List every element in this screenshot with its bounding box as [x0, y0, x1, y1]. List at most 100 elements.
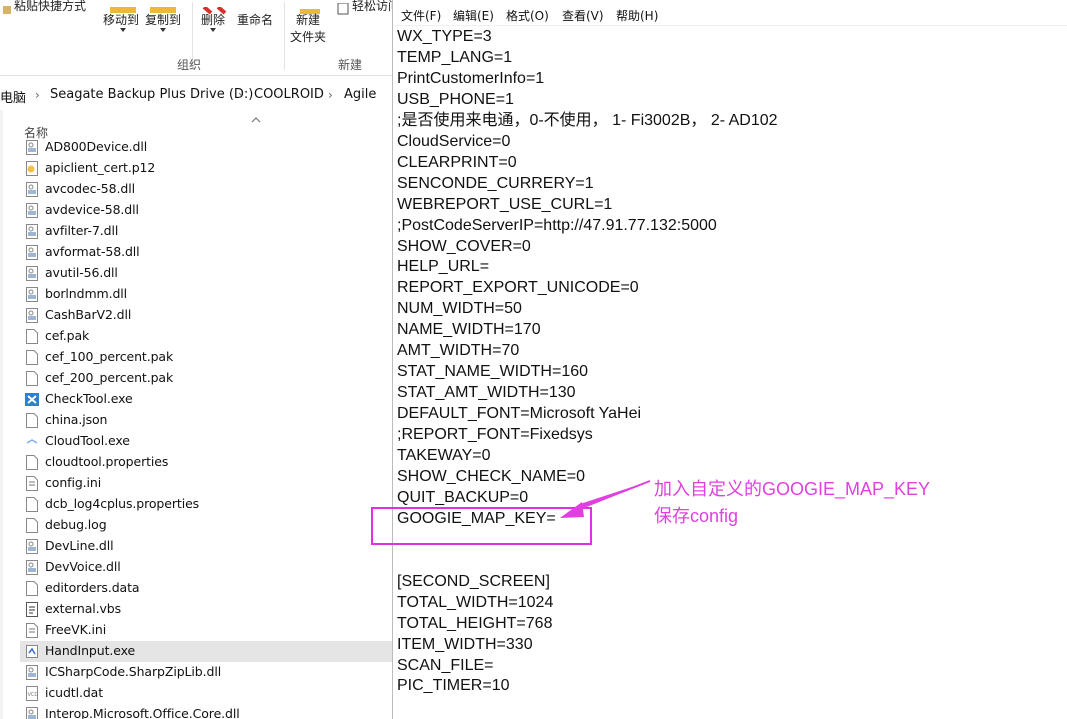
file-row[interactable]: HandInput.exe — [20, 641, 392, 662]
file-name: icudtl.dat — [45, 685, 104, 700]
new-folder-button-line1[interactable]: 新建 — [296, 11, 320, 28]
file-name: editorders.data — [45, 580, 140, 595]
delete-button[interactable]: 删除 — [201, 11, 225, 28]
file-name: debug.log — [45, 517, 107, 532]
breadcrumb-chevron-icon[interactable]: › — [35, 88, 40, 102]
file-name: HandInput.exe — [45, 643, 136, 658]
file-row[interactable]: editorders.data — [20, 578, 392, 599]
editor-line: ;是否使用来电通，0-不使用， 1- Fi3002B， 2- AD102 — [397, 112, 778, 129]
dll-icon — [25, 140, 39, 155]
editor-line: NAME_WIDTH=170 — [397, 321, 541, 338]
move-to-dropdown-icon[interactable] — [120, 28, 126, 32]
breadcrumb-item-agile[interactable]: Agile — [344, 87, 376, 102]
editor-line: TOTAL_WIDTH=1024 — [397, 594, 554, 611]
text-editor[interactable]: WX_TYPE=3 TEMP_LANG=1 PrintCustomerInfo=1 U… — [397, 26, 1062, 719]
breadcrumb-chevron-icon[interactable]: › — [238, 88, 243, 102]
dat-icon: VCD — [25, 686, 39, 701]
file-row[interactable]: DevVoice.dll — [20, 557, 392, 578]
dll-icon — [25, 245, 39, 260]
editor-line: ITEM_WIDTH=330 — [397, 636, 533, 653]
file-name: china.json — [45, 412, 108, 427]
editor-line: WEBREPORT_USE_CURL=1 — [397, 196, 613, 213]
editor-line: SENCONDE_CURRERY=1 — [397, 175, 594, 192]
file-row[interactable]: avfilter-7.dll — [20, 221, 392, 242]
breadcrumb-item-drive[interactable]: Seagate Backup Plus Drive (D:) — [50, 87, 253, 102]
editor-line: SHOW_CHECK_NAME=0 — [397, 468, 586, 485]
file-name: cef_100_percent.pak — [45, 349, 174, 364]
file-name: DevLine.dll — [45, 538, 114, 553]
editor-line: SCAN_FILE= — [397, 657, 494, 674]
file-row[interactable]: avformat-58.dll — [20, 242, 392, 263]
file-row[interactable]: dcb_log4cplus.properties — [20, 494, 392, 515]
file-name: avdevice-58.dll — [45, 202, 139, 217]
rename-button[interactable]: 重命名 — [237, 11, 273, 28]
group-label-new: 新建 — [338, 58, 363, 72]
editor-line: NUM_WIDTH=50 — [397, 300, 522, 317]
file-row[interactable]: DevLine.dll — [20, 536, 392, 557]
breadcrumb: 电脑 › Seagate Backup Plus Drive (D:) › CO… — [0, 82, 392, 110]
file-row[interactable]: borlndmm.dll — [20, 284, 392, 305]
editor-line: HELP_URL= — [397, 258, 490, 275]
delete-dropdown-icon[interactable] — [210, 28, 216, 32]
file-name: FreeVK.ini — [45, 622, 107, 637]
file-row[interactable]: config.ini — [20, 473, 392, 494]
editor-line: AMT_WIDTH=70 — [397, 342, 520, 359]
file-row[interactable]: external.vbs — [20, 599, 392, 620]
file-name: cloudtool.properties — [45, 454, 169, 469]
easy-access-button[interactable]: 轻松访问 — [352, 0, 392, 14]
svg-text:VCD: VCD — [28, 692, 39, 698]
file-row[interactable]: Interop.Microsoft.Office.Core.dll — [20, 704, 392, 719]
move-to-button[interactable]: 移动到 — [103, 11, 139, 28]
breadcrumb-item-coolroid[interactable]: COOLROID — [254, 87, 324, 102]
file-name: dcb_log4cplus.properties — [45, 496, 200, 511]
file-row[interactable]: ICSharpCode.SharpZipLib.dll — [20, 662, 392, 683]
copy-to-button[interactable]: 复制到 — [145, 11, 181, 28]
easy-access-icon — [337, 0, 349, 19]
file-row[interactable]: FreeVK.ini — [20, 620, 392, 641]
menu-format[interactable]: 格式(O) — [506, 7, 549, 24]
file-row[interactable]: china.json — [20, 410, 392, 431]
ini-icon — [25, 476, 39, 491]
file-row[interactable]: cef_100_percent.pak — [20, 347, 392, 368]
file-row[interactable]: AD800Device.dll — [20, 137, 392, 158]
highlight-box — [371, 507, 592, 545]
file-name: borlndmm.dll — [45, 286, 128, 301]
file-row[interactable]: CloudTool.exe — [20, 431, 392, 452]
file-row[interactable]: cef_200_percent.pak — [20, 368, 392, 389]
paste-shortcut-icon — [2, 0, 12, 19]
dll-icon — [25, 308, 39, 323]
file-row[interactable]: cloudtool.properties — [20, 452, 392, 473]
editor-line: REPORT_EXPORT_UNICODE=0 — [397, 279, 639, 296]
notepad-window: 文件(F) 编辑(E) 格式(O) 查看(V) 帮助(H) WX_TYPE=3 T… — [392, 0, 1067, 719]
file-row[interactable]: debug.log — [20, 515, 392, 536]
editor-line: [SECOND_SCREEN] — [397, 573, 550, 590]
copy-to-dropdown-icon[interactable] — [160, 28, 166, 32]
new-folder-button-line2[interactable]: 文件夹 — [290, 28, 326, 45]
exe-icon — [25, 644, 39, 659]
menu-file[interactable]: 文件(F) — [401, 7, 441, 24]
file-row[interactable]: cef.pak — [20, 326, 392, 347]
menu-help[interactable]: 帮助(H) — [616, 7, 658, 24]
file-row[interactable]: avcodec-58.dll — [20, 179, 392, 200]
breadcrumb-chevron-icon[interactable]: › — [328, 88, 333, 102]
editor-line: TOTAL_HEIGHT=768 — [397, 615, 553, 632]
cloud-exe-icon — [25, 434, 39, 449]
file-icon — [25, 518, 39, 533]
annotation-text: 加入自定义的GOOGIE_MAP_KEY 保存config — [654, 476, 930, 530]
file-row[interactable]: CheckTool.exe — [20, 389, 392, 410]
file-row[interactable]: CashBarV2.dll — [20, 305, 392, 326]
menu-bar: 文件(F) 编辑(E) 格式(O) 查看(V) 帮助(H) — [393, 0, 1067, 26]
file-row[interactable]: avdevice-58.dll — [20, 200, 392, 221]
file-row[interactable]: avutil-56.dll — [20, 263, 392, 284]
editor-line: STAT_NAME_WIDTH=160 — [397, 363, 589, 380]
sort-ascending-icon[interactable] — [251, 116, 261, 123]
menu-edit[interactable]: 编辑(E) — [453, 7, 494, 24]
paste-shortcut-button[interactable]: 粘贴快捷方式 — [14, 0, 86, 14]
file-row[interactable]: VCD icudtl.dat — [20, 683, 392, 704]
breadcrumb-item-pc[interactable]: 电脑 — [0, 87, 26, 106]
dll-icon — [25, 224, 39, 239]
dll-icon — [25, 665, 39, 680]
file-name: AD800Device.dll — [45, 139, 148, 154]
menu-view[interactable]: 查看(V) — [562, 7, 604, 24]
file-row[interactable]: apiclient_cert.p12 — [20, 158, 392, 179]
